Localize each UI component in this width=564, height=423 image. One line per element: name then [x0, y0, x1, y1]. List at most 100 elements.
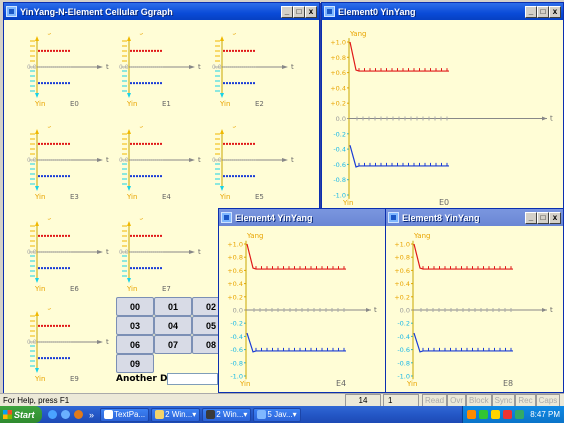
arrow-icon — [542, 308, 547, 312]
maximize-button[interactable]: □ — [293, 5, 305, 18]
yang-label: Yang — [34, 126, 51, 128]
tray-icon[interactable] — [515, 410, 525, 419]
t-axis-label: t — [550, 115, 553, 123]
arrow-down-icon — [35, 93, 39, 98]
element4-title: Element4 YinYang — [235, 212, 313, 223]
yang-label: Yang — [126, 126, 143, 128]
firefox-icon[interactable] — [74, 410, 83, 419]
yang-series — [349, 41, 449, 72]
task-item[interactable]: TextPa... — [100, 407, 150, 422]
cell-graph: 0.0tYangYinE4 — [119, 126, 201, 201]
yin-label: Yin — [126, 100, 137, 108]
close-button[interactable]: x — [305, 5, 317, 18]
status-bar: For Help, press F1 14 1 Read Ovr Block Sync… — [0, 393, 564, 407]
cell-graph: 0.0tYangYinE3 — [27, 126, 109, 201]
arrow-icon — [282, 65, 288, 69]
element-label: E4 — [162, 193, 171, 201]
yang-label: Yang — [126, 218, 143, 220]
close-button[interactable]: x — [549, 5, 561, 18]
element-label: E8 — [503, 379, 513, 388]
element-label: E6 — [70, 285, 79, 293]
element-label: E4 — [336, 379, 346, 388]
arrow-icon — [189, 250, 195, 254]
cell-zero-tick: 0.0 — [119, 249, 129, 256]
element-button-04[interactable]: 04 — [154, 316, 192, 335]
arrow-up-icon — [220, 129, 224, 134]
y-tick-label: +0.2 — [394, 293, 410, 301]
element-button-01[interactable]: 01 — [154, 297, 192, 316]
y-tick-label: +0.6 — [394, 267, 410, 275]
ie-icon[interactable] — [48, 410, 57, 419]
app-icon — [104, 410, 114, 419]
arrow-up-icon — [127, 36, 131, 41]
element0-titlebar[interactable]: Element0 YinYang _ □ x — [322, 3, 563, 20]
minimize-button[interactable]: _ — [281, 5, 293, 18]
cell-zero-tick: 0.0 — [27, 157, 37, 164]
y-tick-label: -0.8 — [397, 359, 410, 367]
yin-label: Yin — [126, 193, 137, 201]
another-data-input[interactable] — [167, 373, 218, 385]
cell-graph: 0.0 t Yang Yin E2 — [212, 33, 294, 108]
element8-title: Element8 YinYang — [402, 212, 480, 223]
element-label: E9 — [70, 375, 79, 383]
y-tick-label: -0.8 — [333, 176, 346, 184]
y-tick-label: +0.8 — [330, 54, 346, 62]
arrow-icon — [97, 65, 103, 69]
arrow-down-icon — [35, 278, 39, 283]
yin-label: Yin — [34, 100, 45, 108]
task-item[interactable]: 2 Win... ▾ — [151, 407, 201, 422]
element-button-09[interactable]: 09 — [116, 354, 154, 373]
chevron-down-icon: ▾ — [243, 410, 248, 419]
element-button-00[interactable]: 00 — [116, 297, 154, 316]
arrow-up-icon — [35, 311, 39, 316]
task-item[interactable]: 2 Win... ▾ — [202, 407, 252, 422]
t-axis-label: t — [550, 306, 553, 314]
main-titlebar[interactable]: YinYang-N-Element Cellular Ggraph _ □ x — [4, 3, 319, 20]
chevron-icon[interactable]: » — [89, 410, 94, 420]
element-button-03[interactable]: 03 — [116, 316, 154, 335]
yin-label: Yin — [34, 285, 45, 293]
minimize-button[interactable]: _ — [525, 211, 537, 224]
tray-icon[interactable] — [491, 410, 501, 419]
t-axis-label: t — [374, 306, 377, 314]
yang-label: Yang — [34, 218, 51, 220]
tray-icon[interactable] — [479, 410, 489, 419]
y-tick-label: +1.0 — [330, 39, 346, 47]
yang-label: Yang — [219, 33, 236, 35]
y-tick-label: -0.2 — [333, 130, 346, 138]
maximize-button[interactable]: □ — [537, 211, 549, 224]
arrow-down-icon — [127, 186, 131, 191]
element8-titlebar[interactable]: Element8 YinYang _ □ x — [386, 209, 563, 226]
arrow-icon — [282, 158, 288, 162]
y-tick-label: -0.4 — [397, 333, 410, 341]
minimize-button[interactable]: _ — [525, 5, 537, 18]
element-button-07[interactable]: 07 — [154, 335, 192, 354]
arrow-icon — [542, 116, 547, 121]
element4-titlebar[interactable]: Element4 YinYang — [219, 209, 387, 226]
y-tick-label: +0.4 — [394, 280, 410, 288]
element-label: E2 — [255, 100, 264, 108]
arrow-icon — [189, 65, 195, 69]
tray-icon[interactable] — [503, 410, 513, 419]
element0-title: Element0 YinYang — [338, 6, 416, 17]
tray-icon[interactable] — [467, 410, 477, 419]
y-tick-label: -0.6 — [397, 346, 410, 354]
java-icon — [324, 6, 335, 17]
media-icon[interactable] — [61, 410, 70, 419]
cell-zero-tick: 0.0 — [27, 339, 37, 346]
y-tick-label: 0.0 — [400, 307, 410, 315]
arrow-down-icon — [220, 93, 224, 98]
close-button[interactable]: x — [549, 211, 561, 224]
arrow-down-icon — [35, 368, 39, 373]
start-button[interactable]: Start — [0, 406, 42, 423]
arrow-down-icon — [127, 278, 131, 283]
arrow-up-icon — [127, 129, 131, 134]
maximize-button[interactable]: □ — [537, 5, 549, 18]
cell-zero-tick: 0.0 — [27, 64, 37, 71]
y-tick-label: -0.6 — [333, 161, 346, 169]
y-tick-label: -0.2 — [230, 320, 243, 328]
yin-label: Yin — [406, 380, 417, 388]
element-button-06[interactable]: 06 — [116, 335, 154, 354]
task-item[interactable]: 5 Jav... ▾ — [253, 407, 301, 422]
status-help-text: For Help, press F1 — [3, 396, 70, 405]
